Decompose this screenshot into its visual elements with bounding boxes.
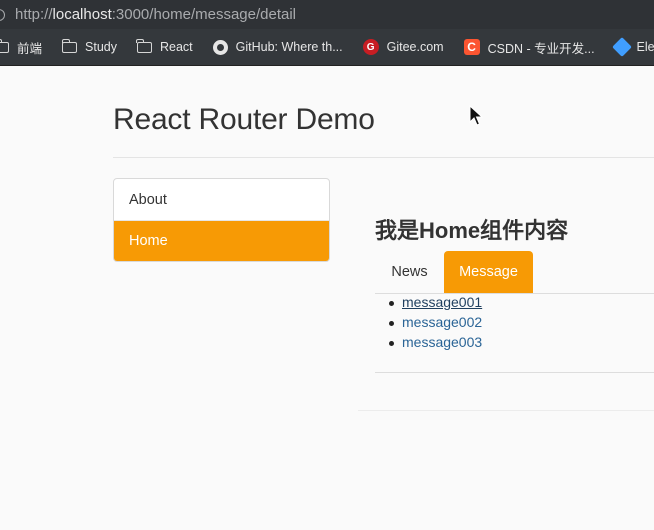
bookmark-label: GitHub: Where th... (235, 40, 343, 54)
message-list: message001 message002 message003 (375, 292, 654, 373)
bookmark-label: 前端 (17, 41, 43, 56)
url-prefix: http:// (15, 6, 53, 23)
home-tabs: News Message (375, 251, 654, 294)
bookmark-label: Study (85, 40, 117, 54)
bookmark-label: CSDN - 专业开发... (487, 41, 595, 56)
message-link-001[interactable]: message001 (388, 294, 482, 310)
nav-item-home[interactable]: Home (114, 220, 329, 261)
header-divider (113, 157, 654, 158)
info-icon[interactable] (0, 8, 5, 21)
home-heading: 我是Home组件内容 (375, 218, 569, 243)
home-panel: 我是Home组件内容 News Message message001 messa… (358, 178, 654, 411)
bookmark-element[interactable]: Eleme (611, 37, 654, 57)
message-link-003[interactable]: message003 (388, 334, 482, 350)
nav-item-about[interactable]: About (114, 179, 329, 220)
message-link-002[interactable]: message002 (388, 314, 482, 330)
bookmarks-bar: 前端 Study React GitHub: Where th... G Git… (0, 29, 654, 66)
folder-icon (61, 38, 78, 53)
github-icon (212, 39, 228, 55)
csdn-icon: C (463, 39, 480, 55)
folder-icon (0, 38, 9, 53)
folder-icon (136, 38, 152, 53)
element-icon (611, 37, 632, 57)
bookmark-csdn[interactable]: C CSDN - 专业开发... (463, 38, 595, 57)
side-nav: About Home (113, 178, 330, 262)
page-title: React Router Demo (113, 103, 375, 136)
url-path: :3000/home/message/detail (111, 6, 297, 23)
bookmark-github[interactable]: GitHub: Where th... (212, 39, 343, 55)
tab-message[interactable]: Message (444, 251, 533, 293)
bookmark-label: Gitee.com (386, 40, 444, 54)
bookmark-label: React (159, 40, 193, 54)
bookmark-frontend[interactable]: 前端 (0, 38, 42, 57)
mouse-cursor-icon (469, 105, 483, 126)
bookmark-study[interactable]: Study (61, 38, 117, 54)
tab-news[interactable]: News (375, 251, 444, 293)
url-host: localhost (52, 6, 112, 23)
address-bar[interactable]: http://localhost:3000/home/message/detai… (0, 0, 654, 29)
bookmark-react[interactable]: React (136, 38, 193, 54)
bookmark-gitee[interactable]: G Gitee.com (362, 39, 444, 55)
bookmark-label: Eleme (636, 40, 654, 54)
gitee-icon: G (362, 39, 379, 55)
